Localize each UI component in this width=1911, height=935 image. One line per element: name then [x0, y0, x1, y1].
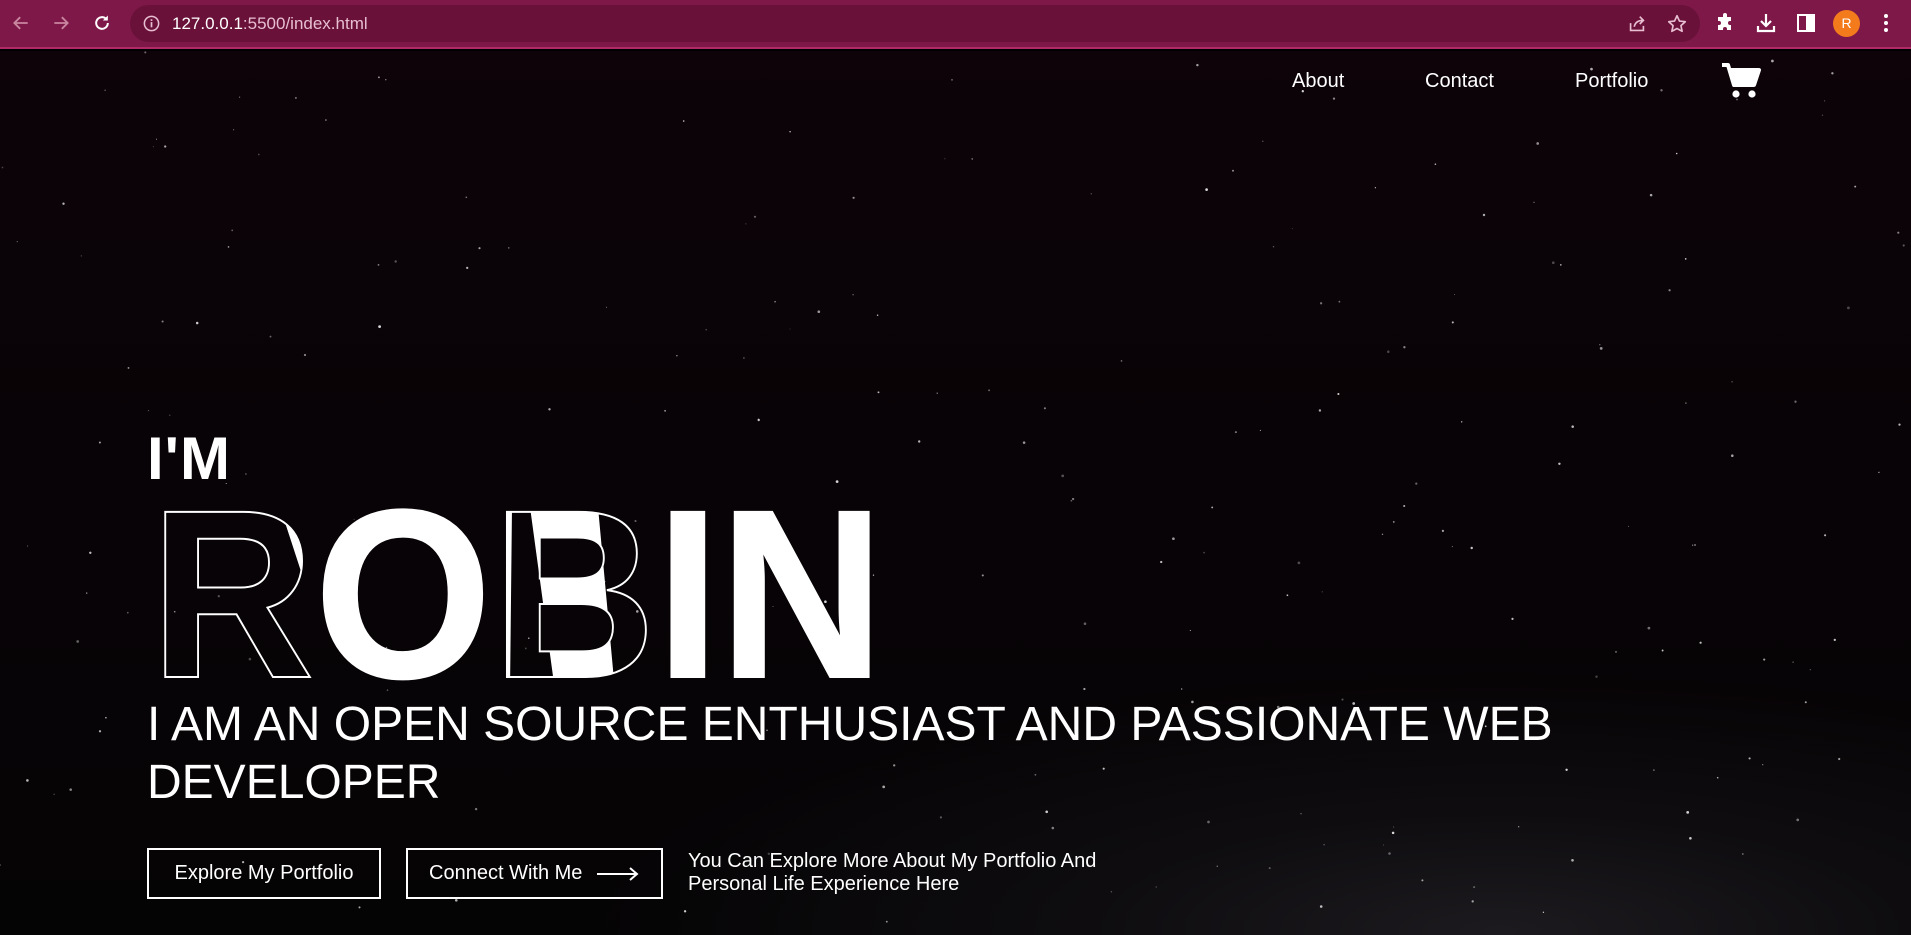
more-vertical-icon	[1884, 14, 1888, 32]
reload-icon	[95, 15, 109, 30]
hero-headline: I AM AN OPEN SOURCE ENTHUSIAST AND PASSI…	[147, 696, 1647, 812]
share-button[interactable]	[1626, 13, 1648, 35]
browser-toolbar: 127.0.0.1:5500/index.html R	[0, 0, 1911, 49]
back-button[interactable]	[8, 10, 34, 36]
headline-line-2: DEVELOPER	[147, 756, 441, 809]
address-bar[interactable]: 127.0.0.1:5500/index.html	[130, 5, 1700, 42]
site-info-icon[interactable]	[142, 14, 161, 33]
star-icon	[1667, 14, 1687, 33]
forward-button[interactable]	[48, 10, 74, 36]
extensions-button[interactable]	[1714, 11, 1738, 35]
download-icon	[1756, 14, 1776, 33]
url-host: 127.0.0.1	[172, 14, 243, 33]
side-panel-button[interactable]	[1794, 11, 1818, 35]
headline-line-1: I AM AN OPEN SOURCE ENTHUSIAST AND PASSI…	[147, 698, 1553, 751]
hero-tagline: You Can Explore More About My Portfolio …	[688, 850, 1148, 896]
browser-menu-button[interactable]	[1874, 11, 1898, 35]
profile-avatar[interactable]: R	[1833, 10, 1860, 37]
downloads-button[interactable]	[1754, 11, 1778, 35]
bookmark-button[interactable]	[1666, 13, 1688, 35]
back-arrow-icon	[13, 16, 28, 30]
puzzle-icon	[1718, 13, 1731, 30]
long-arrow-right-icon	[596, 866, 639, 881]
connect-with-me-label: Connect With Me	[429, 862, 583, 884]
web-page: About Contact Portfolio I'M ROBIN ROBIN …	[0, 51, 1911, 935]
tagline-line-2: Personal Life Experience Here	[688, 873, 960, 895]
explore-portfolio-button[interactable]: Explore My Portfolio	[147, 848, 381, 899]
share-icon	[1629, 16, 1645, 32]
reload-button[interactable]	[89, 10, 115, 36]
url-path: :5500/index.html	[242, 14, 368, 33]
forward-arrow-icon	[54, 16, 69, 30]
url-text[interactable]: 127.0.0.1:5500/index.html	[172, 14, 368, 33]
side-panel-icon	[1797, 14, 1815, 32]
explore-portfolio-label: Explore My Portfolio	[174, 862, 354, 884]
tagline-line-1: You Can Explore More About My Portfolio …	[688, 850, 1097, 872]
connect-with-me-button[interactable]: Connect With Me	[406, 848, 663, 899]
